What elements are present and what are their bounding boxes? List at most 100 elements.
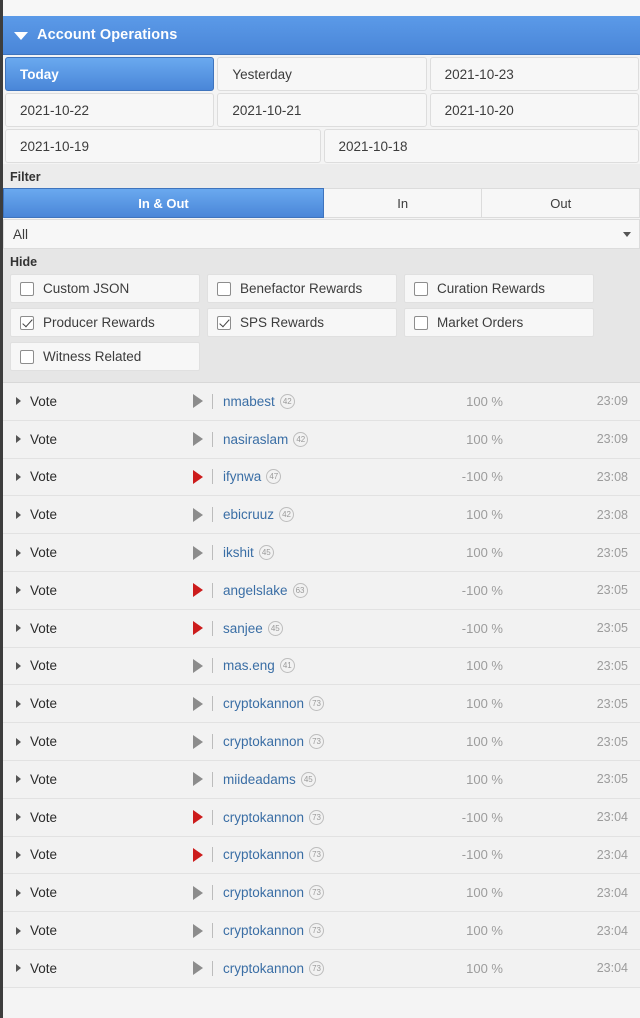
panel-header[interactable]: Account Operations xyxy=(3,16,640,55)
transaction-row[interactable]: Vote miideadams 45 100 % 23:05 xyxy=(3,760,640,799)
account-operations-page: Account Operations Today Yesterday 2021-… xyxy=(0,0,640,1018)
chevron-right-icon[interactable] xyxy=(16,699,21,708)
transaction-type-cell[interactable]: Vote xyxy=(3,810,193,825)
chevron-right-icon[interactable] xyxy=(16,586,21,595)
hide-option-producer-rewards[interactable]: Producer Rewards xyxy=(10,308,200,337)
filter-tab-in[interactable]: In xyxy=(323,188,483,218)
transaction-type-cell[interactable]: Vote xyxy=(3,923,193,938)
checkbox-icon[interactable] xyxy=(217,281,231,296)
username-link[interactable]: cryptokannon xyxy=(223,810,304,825)
username-link[interactable]: cryptokannon xyxy=(223,847,304,862)
date-button-today[interactable]: Today xyxy=(5,57,215,91)
filter-tab-in-and-out[interactable]: In & Out xyxy=(3,188,324,218)
chevron-right-icon[interactable] xyxy=(16,813,21,822)
chevron-right-icon[interactable] xyxy=(16,548,21,557)
transaction-type-label: Vote xyxy=(30,507,58,523)
hide-option-sps-rewards[interactable]: SPS Rewards xyxy=(207,308,397,337)
transaction-row[interactable]: Vote ifynwa 47 -100 % 23:08 xyxy=(3,458,640,497)
checkbox-checked-icon[interactable] xyxy=(20,315,34,330)
username-link[interactable]: angelslake xyxy=(223,583,288,598)
username-link[interactable]: cryptokannon xyxy=(223,923,304,938)
checkbox-icon[interactable] xyxy=(20,281,34,296)
transaction-row[interactable]: Vote angelslake 63 -100 % 23:05 xyxy=(3,571,640,610)
date-button-2021-10-22[interactable]: 2021-10-22 xyxy=(5,93,215,127)
transaction-row[interactable]: Vote cryptokannon 73 100 % 23:04 xyxy=(3,949,640,988)
filter-tab-out[interactable]: Out xyxy=(482,188,640,218)
chevron-right-icon[interactable] xyxy=(16,888,21,897)
divider xyxy=(212,696,213,712)
hide-option-witness-related[interactable]: Witness Related xyxy=(10,342,200,371)
transaction-percent: 100 % xyxy=(466,923,503,939)
chevron-right-icon[interactable] xyxy=(16,775,21,784)
chevron-right-icon[interactable] xyxy=(16,661,21,670)
transaction-type-cell[interactable]: Vote xyxy=(3,734,193,749)
chevron-right-icon[interactable] xyxy=(16,964,21,973)
hide-option-custom-json[interactable]: Custom JSON xyxy=(10,274,200,303)
chevron-right-icon[interactable] xyxy=(16,472,21,481)
transaction-row[interactable]: Vote cryptokannon 73 100 % 23:04 xyxy=(3,912,640,950)
chevron-right-icon[interactable] xyxy=(16,926,21,935)
transaction-row[interactable]: Vote cryptokannon 73 -100 % 23:04 xyxy=(3,798,640,837)
transaction-type-cell[interactable]: Vote xyxy=(3,432,193,447)
date-button-yesterday[interactable]: Yesterday xyxy=(217,57,427,91)
transaction-row[interactable]: Vote cryptokannon 73 100 % 23:04 xyxy=(3,874,640,913)
transaction-type-cell[interactable]: Vote xyxy=(3,696,193,711)
hide-options-grid: Custom JSON Benefactor Rewards Curation … xyxy=(3,274,640,376)
transaction-type-cell[interactable]: Vote xyxy=(3,772,193,787)
filter-type-select[interactable]: All xyxy=(3,219,640,249)
transaction-row[interactable]: Vote cryptokannon 73 100 % 23:05 xyxy=(3,723,640,761)
date-button-2021-10-20[interactable]: 2021-10-20 xyxy=(429,93,639,127)
username-link[interactable]: nasiraslam xyxy=(223,432,288,447)
username-link[interactable]: mas.eng xyxy=(223,658,275,673)
transaction-type-cell[interactable]: Vote xyxy=(3,847,193,862)
transaction-row[interactable]: Vote ikshit 45 100 % 23:05 xyxy=(3,534,640,572)
checkbox-checked-icon[interactable] xyxy=(217,315,231,330)
date-button-label: 2021-10-18 xyxy=(338,138,408,154)
chevron-right-icon[interactable] xyxy=(16,435,21,444)
username-link[interactable]: nmabest xyxy=(223,394,275,409)
transaction-row[interactable]: Vote cryptokannon 73 -100 % 23:04 xyxy=(3,836,640,875)
transaction-type-cell[interactable]: Vote xyxy=(3,583,193,598)
date-button-2021-10-21[interactable]: 2021-10-21 xyxy=(217,93,427,127)
transaction-type-cell[interactable]: Vote xyxy=(3,621,193,636)
transaction-type-cell[interactable]: Vote xyxy=(3,545,193,560)
username-link[interactable]: ikshit xyxy=(223,545,254,560)
username-link[interactable]: sanjee xyxy=(223,621,263,636)
username-link[interactable]: cryptokannon xyxy=(223,961,304,976)
username-link[interactable]: miideadams xyxy=(223,772,296,787)
date-button-2021-10-23[interactable]: 2021-10-23 xyxy=(429,57,639,91)
transaction-row[interactable]: Vote ebicruuz 42 100 % 23:08 xyxy=(3,496,640,535)
date-button-2021-10-18[interactable]: 2021-10-18 xyxy=(323,129,639,163)
checkbox-icon[interactable] xyxy=(20,349,34,364)
transaction-row[interactable]: Vote nasiraslam 42 100 % 23:09 xyxy=(3,420,640,459)
transaction-percent: -100 % xyxy=(461,809,503,825)
transaction-type-cell[interactable]: Vote xyxy=(3,658,193,673)
username-link[interactable]: cryptokannon xyxy=(223,885,304,900)
checkbox-icon[interactable] xyxy=(414,315,428,330)
hide-option-benefactor-rewards[interactable]: Benefactor Rewards xyxy=(207,274,397,303)
transaction-row[interactable]: Vote nmabest 42 100 % 23:09 xyxy=(3,383,640,421)
transaction-type-cell[interactable]: Vote xyxy=(3,961,193,976)
transaction-row[interactable]: Vote sanjee 45 -100 % 23:05 xyxy=(3,609,640,648)
chevron-right-icon[interactable] xyxy=(16,624,21,633)
chevron-right-icon[interactable] xyxy=(16,850,21,859)
transaction-type-cell[interactable]: Vote xyxy=(3,507,193,522)
chevron-right-icon[interactable] xyxy=(16,510,21,519)
transaction-row[interactable]: Vote mas.eng 41 100 % 23:05 xyxy=(3,647,640,686)
transaction-type-cell[interactable]: Vote xyxy=(3,469,193,484)
username-link[interactable]: ebicruuz xyxy=(223,507,274,522)
transaction-type-cell[interactable]: Vote xyxy=(3,394,193,409)
date-button-2021-10-19[interactable]: 2021-10-19 xyxy=(5,129,321,163)
checkbox-icon[interactable] xyxy=(414,281,428,296)
transaction-row[interactable]: Vote cryptokannon 73 100 % 23:05 xyxy=(3,685,640,724)
chevron-right-icon[interactable] xyxy=(16,397,21,406)
chevron-right-icon[interactable] xyxy=(16,737,21,746)
hide-option-curation-rewards[interactable]: Curation Rewards xyxy=(404,274,594,303)
transaction-type-cell[interactable]: Vote xyxy=(3,885,193,900)
transaction-target-cell: angelslake 63 xyxy=(193,582,413,598)
reputation-badge: 73 xyxy=(309,696,325,712)
username-link[interactable]: cryptokannon xyxy=(223,696,304,711)
username-link[interactable]: ifynwa xyxy=(223,469,261,484)
hide-option-market-orders[interactable]: Market Orders xyxy=(404,308,594,337)
username-link[interactable]: cryptokannon xyxy=(223,734,304,749)
